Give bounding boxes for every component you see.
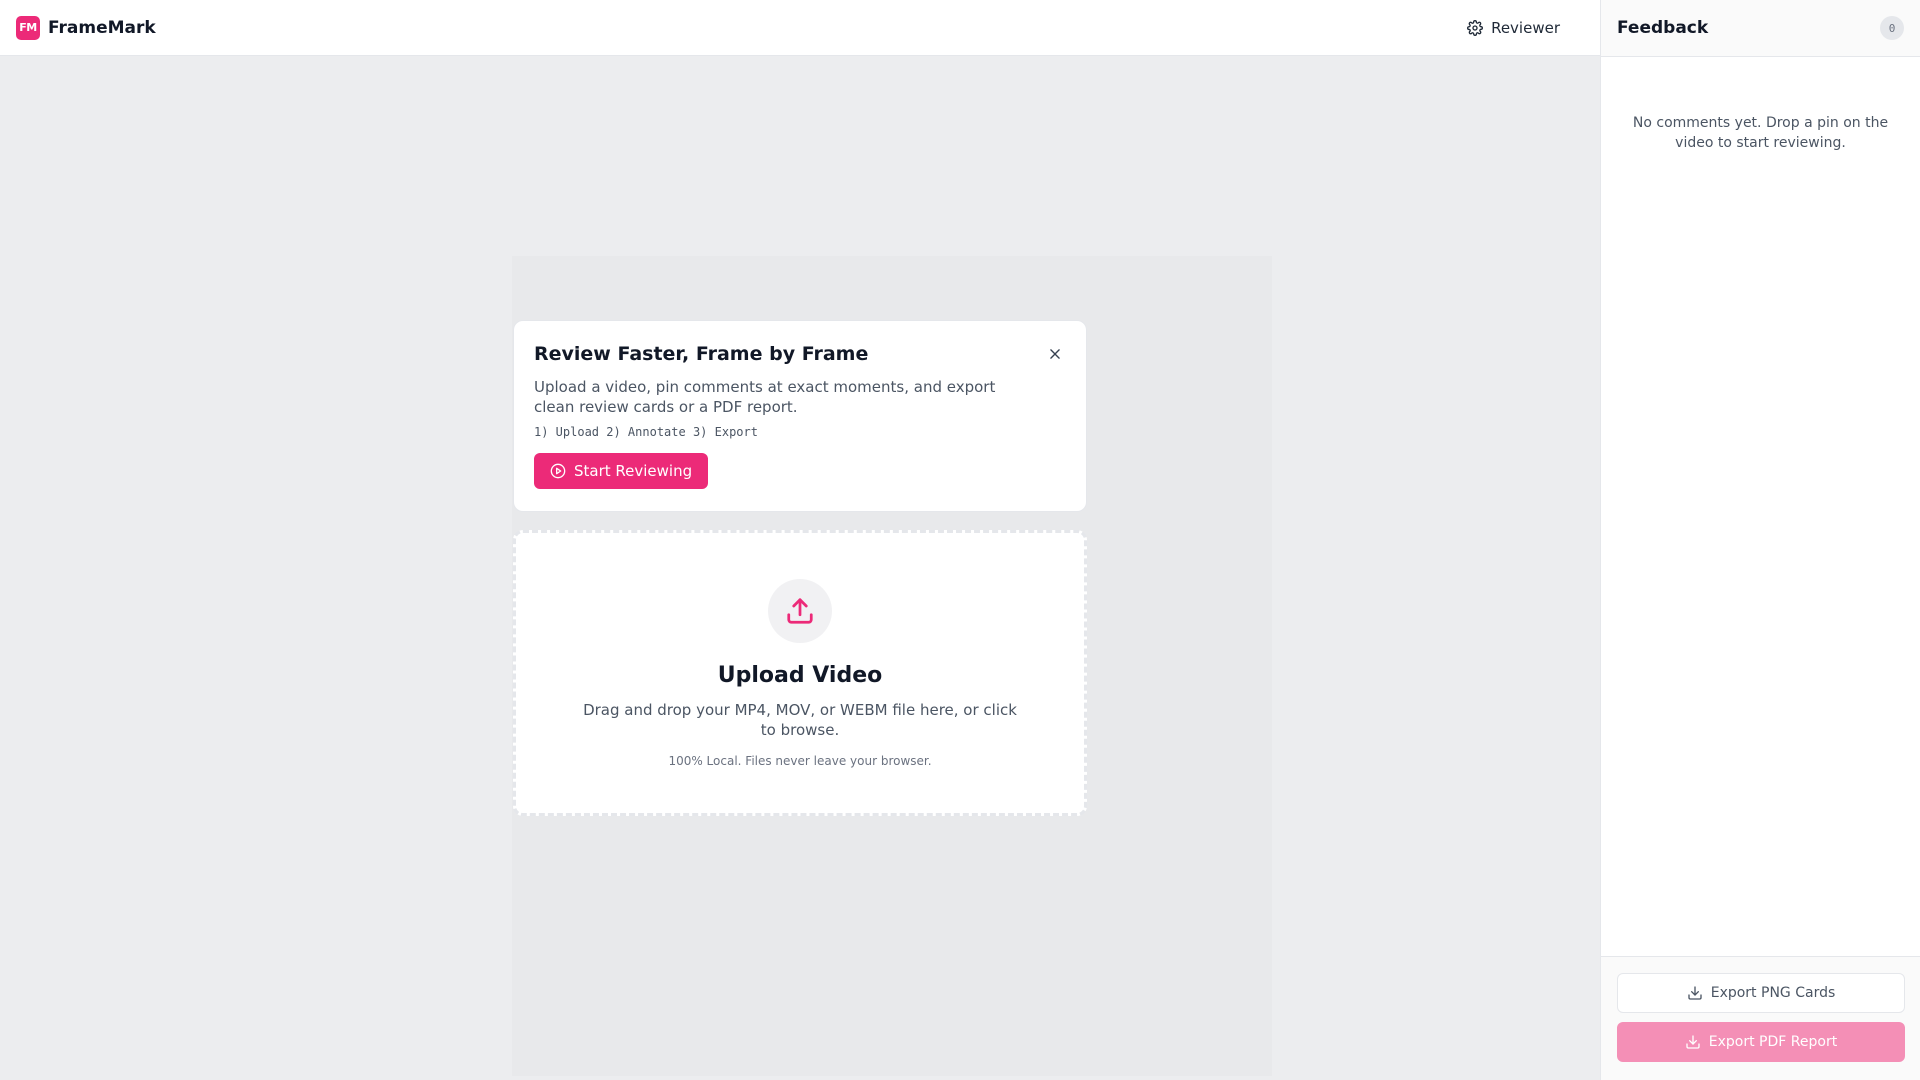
feedback-panel-header: Feedback 0 (1601, 0, 1920, 57)
app-name: FrameMark (48, 17, 156, 38)
start-reviewing-button[interactable]: Start Reviewing (534, 453, 709, 489)
play-circle-icon (550, 463, 566, 479)
upload-icon (787, 598, 813, 624)
upload-privacy-note: 100% Local. Files never leave your brows… (668, 754, 932, 768)
export-footer: Export PNG Cards Export PDF Report (1601, 956, 1920, 1080)
welcome-description: Upload a video, pin comments at exact mo… (534, 378, 996, 416)
upload-dropzone[interactable]: Upload Video Drag and drop your MP4, MOV… (513, 530, 1087, 816)
reviewer-label: Reviewer (1491, 18, 1560, 37)
start-reviewing-label: Start Reviewing (574, 462, 693, 480)
app-root: FM FrameMark Reviewer Review Faster, Fra… (0, 0, 1920, 1080)
comment-count-badge: 0 (1880, 16, 1904, 40)
upload-icon-wrapper (768, 579, 832, 643)
welcome-title: Review Faster, Frame by Frame (534, 343, 869, 365)
download-icon (1686, 1035, 1700, 1049)
welcome-steps: 1) Upload 2) Annotate 3) Export (534, 425, 758, 439)
gear-icon (1467, 19, 1484, 36)
export-png-label: Export PNG Cards (1710, 985, 1836, 1001)
reviewer-settings-button[interactable]: Reviewer (1455, 13, 1572, 43)
export-pdf-label: Export PDF Report (1708, 1034, 1838, 1050)
upload-description: Drag and drop your MP4, MOV, or WEBM fil… (583, 701, 1017, 739)
upload-title: Upload Video (717, 663, 883, 688)
feedback-title: Feedback (1617, 18, 1709, 38)
brand[interactable]: FM FrameMark (16, 15, 156, 40)
logo-badge: FM (16, 15, 40, 40)
export-png-button[interactable]: Export PNG Cards (1617, 973, 1905, 1013)
feedback-panel: Feedback 0 No comments yet. Drop a pin o… (1600, 0, 1920, 1080)
close-icon (1050, 349, 1060, 359)
welcome-card: Review Faster, Frame by Frame Upload a v… (513, 320, 1087, 512)
download-icon (1688, 986, 1702, 1000)
export-pdf-button[interactable]: Export PDF Report (1617, 1022, 1905, 1062)
empty-comments-message: No comments yet. Drop a pin on the video… (1632, 115, 1889, 151)
top-header: FM FrameMark Reviewer (0, 0, 1600, 56)
close-welcome-button[interactable] (1046, 345, 1064, 363)
